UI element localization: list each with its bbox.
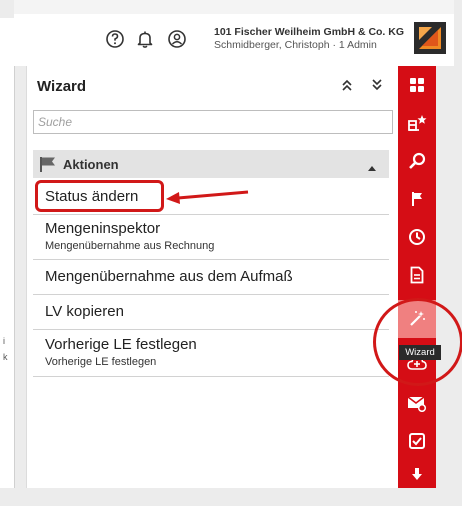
highlight-box — [35, 180, 164, 212]
checkbox-icon[interactable] — [398, 422, 436, 460]
expand-all-icon[interactable] — [371, 78, 383, 95]
search-input[interactable] — [33, 110, 393, 134]
clock-icon[interactable] — [398, 218, 436, 256]
item-subtitle: Vorherige LE festlegen — [45, 356, 157, 368]
wizard-panel: Wizard Aktionen Status ändern Mengeninsp… — [26, 66, 399, 488]
background-text-mark: k — [3, 352, 8, 362]
user-info: Schmidberger, Christoph · 1 Admin — [214, 39, 377, 51]
document-icon[interactable] — [398, 256, 436, 294]
list-item[interactable]: Mengenübernahme aus dem Aufmaß — [33, 260, 389, 295]
top-bar: 101 Fischer Weilheim GmbH & Co. KG Schmi… — [14, 0, 454, 66]
screenshot-frame: i k 101 Fischer Weilheim GmbH & Co. KG S… — [0, 0, 462, 506]
annotation-arrow — [166, 190, 249, 204]
background-text-mark: i — [3, 336, 5, 346]
company-name: 101 Fischer Weilheim GmbH & Co. KG — [214, 26, 405, 38]
caret-up-icon[interactable] — [367, 159, 377, 177]
item-title: LV kopieren — [45, 303, 124, 320]
help-icon[interactable] — [104, 28, 126, 50]
highlight-circle — [373, 298, 462, 386]
right-rail — [398, 66, 436, 488]
top-bar-edge — [14, 0, 454, 14]
collapse-all-icon[interactable] — [341, 78, 353, 95]
background-app-strip: i k — [0, 18, 15, 488]
logo-icon[interactable] — [414, 22, 446, 54]
section-header-aktionen[interactable]: Aktionen — [33, 150, 389, 178]
search-icon[interactable] — [398, 142, 436, 180]
panel-title: Wizard — [37, 78, 87, 95]
dashboard-icon[interactable] — [398, 66, 436, 104]
flag-icon — [39, 156, 57, 177]
list-item[interactable]: Mengeninspektor Mengenübernahme aus Rech… — [33, 215, 389, 260]
item-title: Vorherige LE festlegen — [45, 336, 197, 353]
flag-icon[interactable] — [398, 180, 436, 218]
user-icon[interactable] — [166, 28, 188, 50]
item-title: Mengeninspektor — [45, 220, 161, 237]
favorites-icon[interactable] — [398, 104, 436, 142]
item-title: Mengenübernahme aus dem Aufmaß — [45, 268, 293, 285]
bottom-edge — [0, 488, 462, 506]
item-subtitle: Mengenübernahme aus Rechnung — [45, 240, 215, 252]
section-label: Aktionen — [63, 157, 119, 172]
mail-icon[interactable] — [398, 384, 436, 422]
company-info[interactable]: 101 Fischer Weilheim GmbH & Co. KG Schmi… — [214, 26, 424, 51]
list-item[interactable]: Vorherige LE festlegen Vorherige LE fest… — [33, 330, 389, 377]
download-icon[interactable] — [398, 460, 436, 488]
bell-icon[interactable] — [134, 28, 156, 50]
list-item[interactable]: LV kopieren — [33, 295, 389, 330]
